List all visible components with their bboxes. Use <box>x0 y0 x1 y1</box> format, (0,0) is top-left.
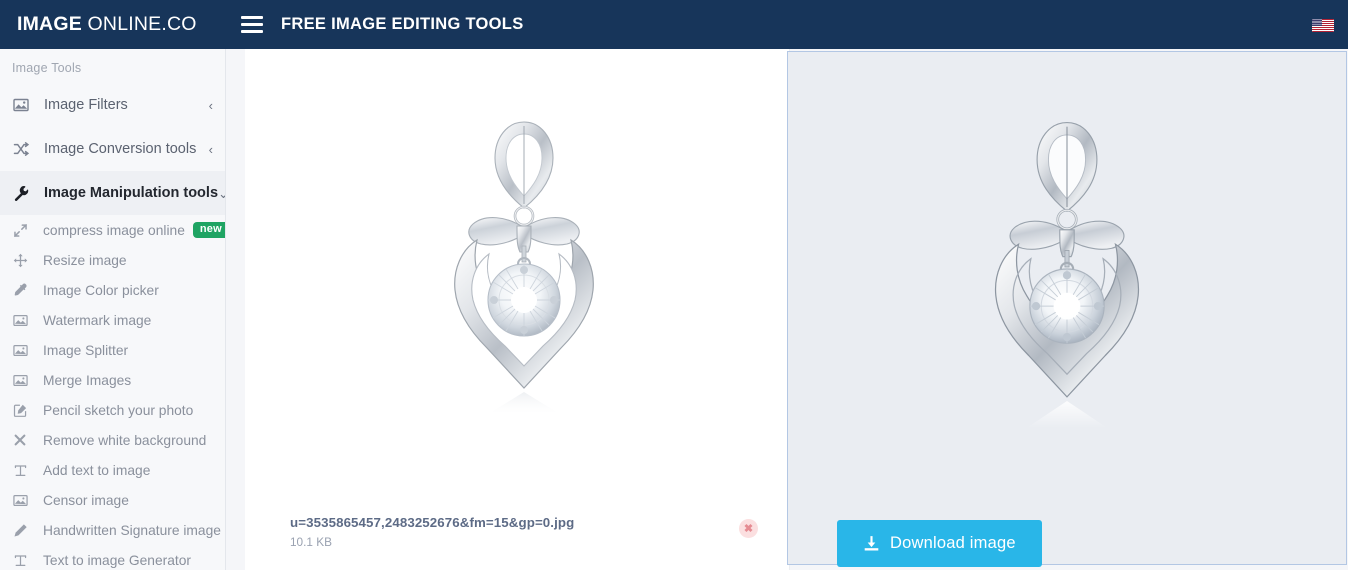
sidebar-item-text-to-image-generator[interactable]: Text to image Generator <box>0 545 225 570</box>
source-file-row: u=3535865457,2483252676&fm=15&gp=0.jpg 1… <box>290 515 758 549</box>
sidebar-item-label: compress image online <box>43 222 185 238</box>
sidebar-item-label: Resize image <box>43 252 127 268</box>
sidebar-item-label: Image Splitter <box>43 342 129 358</box>
image-icon <box>13 493 35 508</box>
wrench-icon <box>13 185 35 201</box>
sidebar-item-label: Watermark image <box>43 312 152 328</box>
chevron-left-icon: ‹ <box>208 97 213 113</box>
hamburger-icon[interactable] <box>241 16 263 33</box>
sidebar-group-label: Image Filters <box>44 97 128 113</box>
compress-icon <box>13 223 35 238</box>
app-header: IMAGE ONLINE.CO FREE IMAGE EDITING TOOLS <box>0 0 1348 49</box>
sidebar-item-label: Handwritten Signature image <box>43 522 221 538</box>
pendant-illustration-transparent <box>994 121 1140 428</box>
brand-strong: IMAGE <box>17 13 82 35</box>
sidebar-item-label: Remove white background <box>43 432 207 448</box>
sidebar-item-label: Pencil sketch your photo <box>43 402 194 418</box>
sidebar-item-label: Text to image Generator <box>43 552 192 568</box>
pencil-icon <box>13 523 35 538</box>
sidebar-group-image-filters[interactable]: Image Filters ‹ <box>0 83 225 127</box>
chevron-down-icon: ⌄ <box>218 187 225 200</box>
image-icon <box>13 343 35 358</box>
flag-canton <box>1312 19 1322 26</box>
header-title: FREE IMAGE EDITING TOOLS <box>281 15 524 33</box>
source-image-preview <box>290 49 758 478</box>
sidebar-item-handwritten-signature-image[interactable]: Handwritten Signature image <box>0 515 225 545</box>
remove-file-button[interactable]: ✖ <box>739 519 758 538</box>
hamburger-bar <box>241 16 263 19</box>
close-x-icon <box>13 433 35 447</box>
sidebar-item-image-color-picker[interactable]: Image Color picker <box>0 275 225 305</box>
us-flag-icon[interactable] <box>1312 19 1334 32</box>
shuffle-icon <box>13 141 35 157</box>
image-icon <box>13 97 35 113</box>
sidebar-item-label: Censor image <box>43 492 129 508</box>
sidebar-item-label: Add text to image <box>43 462 151 478</box>
hamburger-bar <box>241 30 263 33</box>
sidebar-group-image-conversion-tools[interactable]: Image Conversion tools ‹ <box>0 127 225 171</box>
sidebar-item-merge-images[interactable]: Merge Images <box>0 365 225 395</box>
sidebar-caption: Image Tools <box>12 61 82 75</box>
sidebar-item-watermark-image[interactable]: Watermark image <box>0 305 225 335</box>
source-file-name: u=3535865457,2483252676&fm=15&gp=0.jpg <box>290 515 575 530</box>
brand-logo[interactable]: IMAGE ONLINE.CO <box>0 13 225 36</box>
result-image-preview <box>969 104 1165 434</box>
sidebar-group-label: Image Manipulation tools <box>44 185 219 201</box>
result-panel: Download image <box>787 51 1347 567</box>
hamburger-bar <box>241 23 263 26</box>
chevron-left-icon: ‹ <box>208 141 213 157</box>
sidebar-item-label: Image Color picker <box>43 282 159 298</box>
sidebar-group-label: Image Conversion tools <box>44 141 197 157</box>
sidebar-group-image-manipulation-tools[interactable]: Image Manipulation tools ⌄ <box>0 171 225 215</box>
sidebar-item-image-splitter[interactable]: Image Splitter <box>0 335 225 365</box>
sidebar-item-label: Merge Images <box>43 372 132 388</box>
download-button-label: Download image <box>890 534 1016 552</box>
sidebar[interactable]: Image Tools Image Filters ‹ Image Conver… <box>0 49 226 570</box>
brand-light: ONLINE.CO <box>81 13 197 35</box>
sidebar-item-resize-image[interactable]: Resize image <box>0 245 225 275</box>
sidebar-item-remove-white-background[interactable]: Remove white background <box>0 425 225 455</box>
source-file-meta: u=3535865457,2483252676&fm=15&gp=0.jpg 1… <box>290 515 739 549</box>
source-panel: u=3535865457,2483252676&fm=15&gp=0.jpg 1… <box>245 49 790 570</box>
workspace: u=3535865457,2483252676&fm=15&gp=0.jpg 1… <box>227 49 1348 570</box>
image-icon <box>13 373 35 388</box>
text-t-icon <box>13 463 35 478</box>
source-file-size: 10.1 KB <box>290 535 332 549</box>
move-arrows-icon <box>13 253 35 268</box>
edit-square-icon <box>13 403 35 418</box>
download-icon <box>863 535 880 552</box>
text-t-icon <box>13 553 35 568</box>
sidebar-item-compress-image-online[interactable]: compress image online new <box>0 215 225 245</box>
pendant-illustration <box>454 120 594 416</box>
badge-new: new <box>192 222 225 238</box>
sidebar-item-censor-image[interactable]: Censor image <box>0 485 225 515</box>
sidebar-item-pencil-sketch-your-photo[interactable]: Pencil sketch your photo <box>0 395 225 425</box>
download-image-button[interactable]: Download image <box>837 520 1042 567</box>
eyedropper-icon <box>13 283 35 298</box>
sidebar-item-add-text-to-image[interactable]: Add text to image <box>0 455 225 485</box>
image-icon <box>13 313 35 328</box>
